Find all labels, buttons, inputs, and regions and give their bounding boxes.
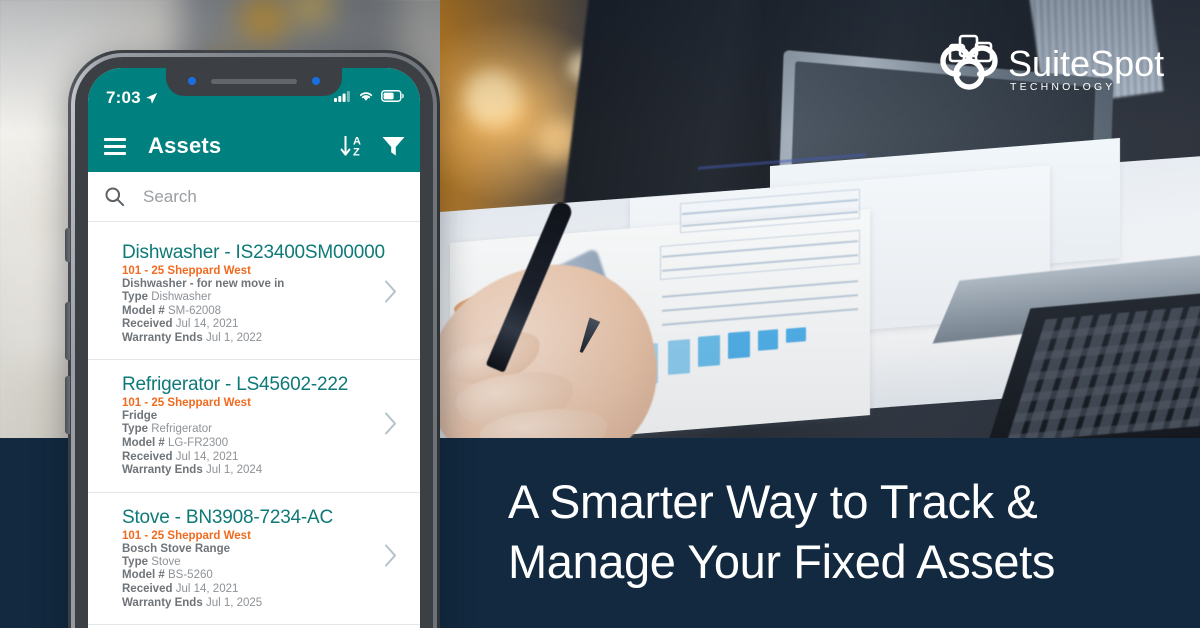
status-bar-icons [334, 90, 404, 102]
asset-type-row: Type Refrigerator [122, 423, 386, 437]
asset-model-label: Model # [122, 436, 165, 449]
asset-type-row: Type Dishwasher [122, 291, 386, 305]
logo-name-part2: Spot [1090, 43, 1164, 84]
asset-type-label: Type [122, 291, 148, 303]
status-bar-time: 7:03 [106, 88, 141, 107]
status-bar: 7:03 [88, 68, 420, 120]
phone-silent-switch[interactable] [65, 228, 70, 262]
phone-volume-down-button[interactable] [65, 376, 70, 434]
asset-list-item[interactable]: Stove - BN3908-7234-AC 101 - 25 Sheppard… [88, 493, 420, 626]
asset-type-value: Dishwasher [151, 291, 212, 303]
asset-description: Bosch Stove Range [122, 542, 230, 555]
asset-warranty-row: Warranty Ends Jul 1, 2025 [122, 597, 386, 611]
filter-funnel-icon[interactable] [381, 134, 406, 158]
wifi-icon [359, 92, 373, 101]
search-input[interactable]: Search [143, 187, 197, 207]
asset-warranty-label: Warranty Ends [122, 464, 203, 477]
asset-received-row: Received Jul 14, 2021 [122, 451, 386, 465]
asset-description: Fridge [122, 410, 158, 423]
headline-line-1: A Smarter Way to Track & [508, 475, 1038, 528]
status-bar-clock: 7:03 [106, 88, 158, 108]
asset-model-row: Model # LG-FR2300 [122, 437, 386, 451]
front-sensor-icon [312, 77, 320, 85]
chevron-right-icon[interactable] [384, 544, 398, 573]
asset-type-value: Stove [151, 555, 181, 568]
logo-svg: SuiteSpot TECHNOLOGY [940, 34, 1164, 93]
asset-warranty-label: Warranty Ends [122, 331, 203, 344]
logo-tagline: TECHNOLOGY [1010, 81, 1116, 93]
cellular-signal-icon [334, 91, 350, 102]
sort-a-z-icon[interactable]: A Z [340, 133, 365, 159]
marketing-banner: A Smarter Way to Track & Manage Your Fix… [0, 0, 1200, 628]
app-bar: Assets A Z [88, 120, 420, 172]
phone-screen: 7:03 Assets A Z Search Dishwasher - IS23… [88, 68, 420, 628]
phone-volume-up-button[interactable] [65, 302, 70, 360]
asset-title: Dishwasher - IS23400SM00000 [122, 242, 385, 263]
asset-unit: 101 - 25 Sheppard West [122, 529, 251, 542]
phone-notch [166, 68, 342, 96]
suitespot-logo: SuiteSpot TECHNOLOGY [940, 30, 1172, 102]
search-bar[interactable]: Search [88, 172, 420, 222]
asset-unit: 101 - 25 Sheppard West [122, 265, 251, 277]
asset-model-row: Model # BS-5260 [122, 569, 386, 583]
asset-received-label: Received [122, 450, 173, 463]
app-bar-actions: A Z [340, 133, 406, 159]
asset-warranty-row: Warranty Ends Jul 1, 2022 [122, 332, 386, 346]
asset-type-value: Refrigerator [151, 423, 212, 436]
asset-model-value: BS-5260 [168, 569, 213, 582]
asset-type-row: Type Stove [122, 556, 386, 570]
asset-model-label: Model # [122, 569, 165, 582]
headline-line-2: Manage Your Fixed Assets [508, 535, 1055, 588]
assets-list: Dishwasher - IS23400SM00000 101 - 25 She… [88, 228, 420, 626]
asset-model-value: LG-FR2300 [168, 436, 229, 449]
headline-text: A Smarter Way to Track & Manage Your Fix… [508, 472, 1168, 592]
asset-received-value: Jul 14, 2021 [175, 582, 239, 595]
asset-model-label: Model # [122, 304, 165, 317]
phone-mockup: 7:03 Assets A Z Search Dishwasher - IS23… [65, 50, 440, 628]
asset-type-label: Type [122, 423, 148, 436]
asset-model-value: SM-62008 [168, 304, 222, 317]
asset-description: Dishwasher - for new move in [122, 278, 285, 290]
asset-unit: 101 - 25 Sheppard West [122, 397, 251, 410]
front-camera-icon [188, 77, 196, 85]
asset-received-label: Received [122, 582, 173, 595]
asset-received-label: Received [122, 318, 173, 331]
earpiece-speaker-icon [211, 79, 297, 84]
asset-list-item[interactable]: Dishwasher - IS23400SM00000 101 - 25 She… [88, 228, 420, 361]
battery-icon [381, 90, 404, 102]
logo-name-part1: Suite [1008, 43, 1090, 84]
asset-received-value: Jul 14, 2021 [175, 318, 239, 331]
asset-list-item[interactable]: Refrigerator - LS45602-222 101 - 25 Shep… [88, 360, 420, 493]
asset-warranty-value: Jul 1, 2022 [205, 331, 263, 344]
asset-received-row: Received Jul 14, 2021 [122, 583, 386, 597]
hamburger-menu-icon[interactable] [104, 137, 126, 155]
asset-title: Stove - BN3908-7234-AC [122, 506, 334, 528]
page-title: Assets [148, 133, 222, 158]
asset-warranty-value: Jul 1, 2025 [205, 596, 263, 609]
asset-received-row: Received Jul 14, 2021 [122, 318, 386, 332]
logo-wordmark: SuiteSpot [1008, 43, 1164, 84]
asset-warranty-row: Warranty Ends Jul 1, 2024 [122, 464, 386, 478]
asset-title: Refrigerator - LS45602-222 [122, 374, 349, 396]
chevron-right-icon[interactable] [384, 412, 398, 441]
search-icon [105, 187, 125, 207]
asset-warranty-value: Jul 1, 2024 [205, 464, 263, 477]
asset-model-row: Model # SM-62008 [122, 305, 386, 319]
asset-received-value: Jul 14, 2021 [175, 450, 239, 463]
chevron-right-icon[interactable] [384, 279, 398, 308]
location-arrow-icon [146, 92, 158, 104]
asset-type-label: Type [122, 555, 148, 568]
asset-warranty-label: Warranty Ends [122, 596, 203, 609]
svg-text:Z: Z [353, 147, 360, 159]
